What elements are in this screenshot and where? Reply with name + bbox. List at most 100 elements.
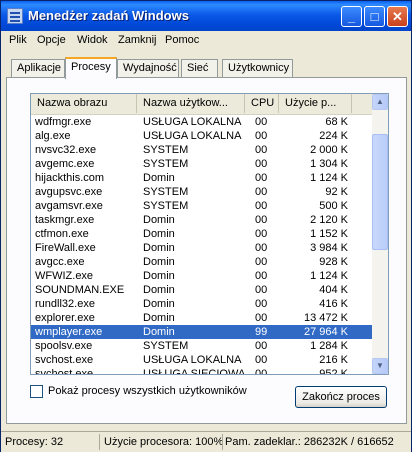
process-user-name: Domin [143,256,175,268]
process-memory: 1 304 K [310,158,348,170]
process-memory: 2 120 K [310,214,348,226]
process-cpu: 00 [255,228,268,240]
process-row[interactable]: avgemc.exe SYSTEM 00 1 304 K [31,157,372,171]
process-image-name: avgamsvr.exe [35,200,103,212]
process-row[interactable]: rundll32.exe Domin 00 416 K [31,297,372,311]
process-user-name: Domin [143,326,175,338]
process-row[interactable]: avgupsvc.exe SYSTEM 00 92 K [31,185,372,199]
close-button[interactable]: ✕ [387,6,408,27]
task-manager-icon [7,8,23,24]
menu-close[interactable]: Zamknij [118,34,157,46]
process-row[interactable]: WFWIZ.exe Domin 00 1 124 K [31,269,372,283]
process-cpu: 00 [255,354,268,366]
tab-applications[interactable]: Aplikacje [11,59,65,77]
process-image-name: alg.exe [35,130,71,142]
process-cpu: 00 [255,256,268,268]
process-memory: 224 K [319,130,348,142]
process-memory: 1 284 K [310,340,348,352]
process-user-name: USŁUGA SIECIOWA [143,368,246,375]
task-manager-window: Menedżer zadań Windows _ □ ✕ Plik Opcje … [0,0,412,452]
tab-network[interactable]: Sieć [181,59,218,77]
process-image-name: avgemc.exe [35,158,95,170]
scroll-thumb[interactable] [372,134,388,250]
status-commit-charge: Pam. zadeklar.: 286232K / 616652 [225,436,394,448]
process-user-name: Domin [143,242,175,254]
vertical-scrollbar[interactable]: ▲ ▼ [372,94,388,374]
process-image-name: hijackthis.com [35,172,105,184]
process-row[interactable]: alg.exe USŁUGA LOKALNA 00 224 K [31,129,372,143]
show-all-processes-checkbox[interactable] [30,385,43,398]
process-image-name: explorer.exe [35,312,95,324]
process-image-name: ctfmon.exe [35,228,89,240]
process-user-name: Domin [143,312,175,324]
process-image-name: avgupsvc.exe [35,186,103,198]
process-memory: 2 000 K [310,144,348,156]
process-row[interactable]: SOUNDMAN.EXE Domin 00 404 K [31,283,372,297]
process-image-name: wdfmgr.exe [35,116,92,128]
process-cpu: 00 [255,172,268,184]
menu-help[interactable]: Pomoc [165,34,199,46]
process-user-name: USŁUGA LOKALNA [143,116,242,128]
process-cpu: 00 [255,242,268,254]
process-row[interactable]: hijackthis.com Domin 00 1 124 K [31,171,372,185]
process-row[interactable]: FireWall.exe Domin 00 3 984 K [31,241,372,255]
process-memory: 404 K [319,284,348,296]
status-bar: Procesy: 32 Użycie procesora: 100% Pam. … [1,431,411,452]
process-image-name: svchost.exe [35,368,94,375]
process-row[interactable]: avgcc.exe Domin 00 928 K [31,255,372,269]
process-row[interactable]: wmplayer.exe Domin 99 27 964 K [31,325,372,339]
process-row[interactable]: taskmgr.exe Domin 00 2 120 K [31,213,372,227]
process-memory: 216 K [319,354,348,366]
column-user-name[interactable]: Nazwa użytkow... [137,94,245,113]
column-image-name[interactable]: Nazwa obrazu [31,94,137,113]
process-image-name: wmplayer.exe [35,326,103,338]
process-image-name: nvsvc32.exe [35,144,97,156]
process-image-name: spoolsv.exe [35,340,93,352]
process-cpu: 00 [255,368,268,375]
menu-view[interactable]: Widok [77,34,108,46]
process-user-name: SYSTEM [143,144,189,156]
menu-options[interactable]: Opcje [37,34,66,46]
process-list[interactable]: Nazwa obrazu Nazwa użytkow... CPU Użycie… [30,93,389,375]
process-memory: 27 964 K [303,326,348,338]
process-row[interactable]: avgamsvr.exe SYSTEM 00 500 K [31,199,372,213]
process-row[interactable]: spoolsv.exe SYSTEM 00 1 284 K [31,339,372,353]
maximize-button[interactable]: □ [364,6,385,27]
process-row[interactable]: svchost.exe USŁUGA LOKALNA 00 216 K [31,353,372,367]
process-cpu: 00 [255,200,268,212]
tab-users[interactable]: Użytkownicy [222,59,293,77]
column-memory[interactable]: Użycie p... [279,94,352,113]
process-memory: 92 K [325,186,348,198]
title-bar[interactable]: Menedżer zadań Windows _ □ ✕ [1,1,411,31]
scroll-up-button[interactable]: ▲ [372,94,388,110]
process-row[interactable]: ctfmon.exe Domin 00 1 152 K [31,227,372,241]
tab-performance[interactable]: Wydajność [117,59,179,77]
column-cpu[interactable]: CPU [245,94,279,113]
process-user-name: SYSTEM [143,200,189,212]
window-title: Menedżer zadań Windows [28,8,189,23]
status-process-count: Procesy: 32 [5,436,64,448]
menu-file[interactable]: Plik [9,34,27,46]
end-process-button[interactable]: Zakończ proces [295,386,387,408]
process-user-name: Domin [143,284,175,296]
process-row[interactable]: nvsvc32.exe SYSTEM 00 2 000 K [31,143,372,157]
process-memory: 1 152 K [310,228,348,240]
process-image-name: taskmgr.exe [35,214,95,226]
process-memory: 1 124 K [310,270,348,282]
process-cpu: 00 [255,116,268,128]
process-user-name: Domin [143,228,175,240]
process-row[interactable]: explorer.exe Domin 00 13 472 K [31,311,372,325]
tab-processes[interactable]: Procesy [65,57,117,79]
process-memory: 500 K [319,200,348,212]
process-memory: 952 K [319,368,348,375]
process-row[interactable]: svchost.exe USŁUGA SIECIOWA 00 952 K [31,367,372,375]
process-user-name: SYSTEM [143,340,189,352]
minimize-button[interactable]: _ [341,6,362,27]
process-user-name: Domin [143,298,175,310]
process-rows: wdfmgr.exe USŁUGA LOKALNA 00 68 K alg.exe USŁ… [31,115,372,375]
process-user-name: Domin [143,172,175,184]
process-user-name: USŁUGA LOKALNA [143,130,242,142]
process-cpu: 99 [255,326,268,338]
process-row[interactable]: wdfmgr.exe USŁUGA LOKALNA 00 68 K [31,115,372,129]
scroll-down-button[interactable]: ▼ [372,358,388,374]
